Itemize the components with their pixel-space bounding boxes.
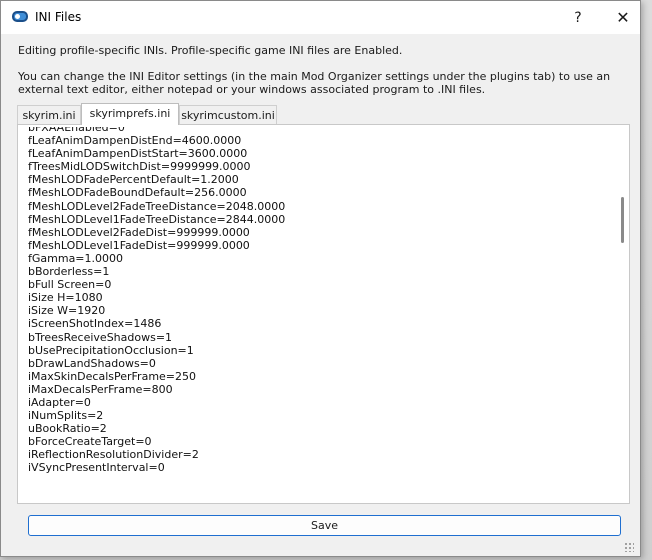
ini-line: bDrawLandShadows=0	[28, 356, 156, 370]
ini-line: fGamma=1.0000	[28, 251, 124, 265]
ini-line: fMeshLODLevel1FadeDist=999999.0000	[28, 238, 250, 252]
scrollbar-thumb[interactable]	[621, 197, 624, 243]
ini-editor-panel: bFXAAEnabled=0 fLeafAnimDampenDistEnd=460…	[17, 124, 630, 504]
ini-line: fLeafAnimDampenDistStart=3600.0000	[28, 147, 248, 161]
help-button[interactable]: ?	[567, 7, 589, 29]
resize-grip-icon[interactable]	[624, 542, 634, 552]
ini-line: iSize W=1920	[28, 304, 106, 318]
ini-line: bTreesReceiveShadows=1	[28, 330, 173, 344]
ini-line: iVSyncPresentInterval=0	[28, 461, 165, 475]
ini-line: iAdapter=0	[28, 395, 91, 409]
ini-line: iReflectionResolutionDivider=2	[28, 448, 199, 462]
editor-settings-info-text: You can change the INI Editor settings (…	[18, 70, 611, 96]
mod-organizer-app-icon	[12, 11, 28, 22]
ini-line: bBorderless=1	[28, 265, 110, 279]
ini-line: uBookRatio=2	[28, 422, 107, 436]
ini-line: iNumSplits=2	[28, 409, 104, 423]
ini-line: fTreesMidLODSwitchDist=9999999.0000	[28, 160, 251, 174]
ini-line: fLeafAnimDampenDistEnd=4600.0000	[28, 134, 242, 148]
ini-line: bUsePrecipitationOcclusion=1	[28, 343, 194, 357]
ini-line: bForceCreateTarget=0	[28, 435, 152, 449]
ini-line: fMeshLODFadeBoundDefault=256.0000	[28, 186, 247, 200]
ini-line: fMeshLODLevel1FadeTreeDistance=2844.0000	[28, 212, 286, 226]
ini-line: iMaxDecalsPerFrame=800	[28, 382, 173, 396]
ini-files-dialog: INI Files ? ✕ Editing profile-specific I…	[0, 0, 641, 557]
ini-line: iMaxSkinDecalsPerFrame=250	[28, 369, 197, 383]
close-button[interactable]: ✕	[610, 6, 636, 30]
tab-skyrimcustom-ini[interactable]: skyrimcustom.ini	[179, 105, 277, 124]
ini-line: iSize H=1080	[28, 291, 103, 305]
save-button[interactable]: Save	[28, 515, 621, 536]
ini-line: fMeshLODLevel2FadeTreeDistance=2048.0000	[28, 199, 286, 213]
tab-skyrimprefs-ini[interactable]: skyrimprefs.ini	[81, 103, 179, 125]
profile-info-text: Editing profile-specific INIs. Profile-s…	[18, 44, 403, 57]
ini-line: iScreenShotIndex=1486	[28, 317, 162, 331]
ini-text-editor[interactable]: bFXAAEnabled=0 fLeafAnimDampenDistEnd=460…	[28, 127, 628, 501]
ini-line: bFull Screen=0	[28, 278, 112, 292]
ini-line: bFXAAEnabled=0	[28, 127, 125, 134]
ini-line: fMeshLODFadePercentDefault=1.2000	[28, 173, 239, 187]
editor-scrollbar[interactable]	[619, 131, 627, 497]
ini-line: fMeshLODLevel2FadeDist=999999.0000	[28, 225, 250, 239]
window-title: INI Files	[35, 10, 82, 24]
title-bar[interactable]: INI Files ? ✕	[1, 1, 640, 34]
tab-skyrim-ini[interactable]: skyrim.ini	[17, 105, 81, 124]
